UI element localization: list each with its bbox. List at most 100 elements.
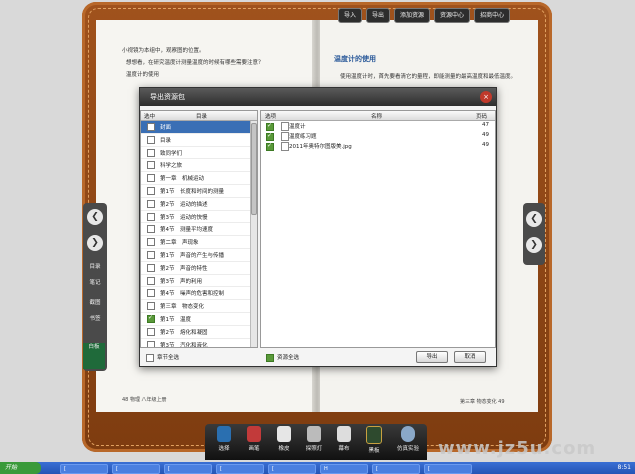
tool-blackboard[interactable]: 黑板 bbox=[361, 426, 387, 454]
tool-spotlight[interactable]: 探照灯 bbox=[301, 426, 327, 452]
catalog-row-checkbox[interactable] bbox=[147, 263, 155, 272]
resource-row-checkbox[interactable] bbox=[266, 122, 274, 131]
catalog-row-checkbox[interactable] bbox=[147, 314, 155, 323]
catalog-row-checkbox[interactable] bbox=[147, 123, 155, 131]
resource-row-checkbox[interactable] bbox=[266, 142, 274, 151]
taskbar-task[interactable]: [ bbox=[268, 464, 316, 474]
tool-spotlight-label: 探照灯 bbox=[305, 446, 323, 452]
select-all-resources-checkbox[interactable] bbox=[266, 353, 274, 362]
curtain-icon bbox=[337, 426, 351, 442]
resource-row[interactable]: 温度练习题 49 bbox=[261, 131, 495, 141]
dialog-export-button[interactable]: 导出 bbox=[416, 351, 448, 363]
taskbar-task[interactable]: [ bbox=[216, 464, 264, 474]
select-all-chapters[interactable]: 章节全选 bbox=[146, 353, 179, 362]
close-icon[interactable]: × bbox=[480, 91, 492, 103]
tool-simulation[interactable]: 仿真实验 bbox=[391, 426, 425, 452]
catalog-row-checkbox[interactable] bbox=[147, 225, 155, 234]
catalog-row[interactable]: 第3节 声的利用 bbox=[141, 275, 257, 288]
catalog-row-checkbox[interactable] bbox=[147, 161, 155, 170]
next-page-right-arrow-icon[interactable]: ❯ bbox=[526, 237, 542, 253]
select-all-resources[interactable]: 资源全选 bbox=[266, 353, 299, 362]
catalog-scroll-thumb[interactable] bbox=[251, 123, 257, 215]
catalog-header: 选中 目录 bbox=[141, 111, 257, 121]
catalog-row-checkbox[interactable] bbox=[147, 340, 155, 347]
start-button[interactable]: 开始 bbox=[0, 462, 41, 474]
tool-select[interactable]: 选择 bbox=[211, 426, 237, 452]
tool-pen-label: 画笔 bbox=[248, 446, 260, 452]
catalog-row[interactable]: 第2节 运动的描述 bbox=[141, 198, 257, 211]
catalog-row[interactable]: 科学之旅 bbox=[141, 159, 257, 173]
catalog-row-checkbox[interactable] bbox=[147, 238, 155, 247]
prev-page-right-arrow-icon[interactable]: ❮ bbox=[526, 211, 542, 227]
dialog-titlebar[interactable]: 导出资源包 × bbox=[140, 88, 496, 106]
resource-row[interactable]: 2011年奥特尔图版美.jpg 49 bbox=[261, 141, 495, 151]
catalog-row[interactable]: 第三章 物态变化 bbox=[141, 300, 257, 313]
side-tab-bookmark[interactable]: 书签 bbox=[84, 315, 106, 323]
catalog-row[interactable]: 第4节 测量平均速度 bbox=[141, 223, 257, 237]
side-tab-screenshot[interactable]: 截图 bbox=[84, 299, 106, 307]
catalog-row[interactable]: 第1节 长度和时间的测量 bbox=[141, 185, 257, 198]
taskbar-task[interactable]: [ bbox=[372, 464, 420, 474]
catalog-row-label: 第1节 长度和时间的测量 bbox=[160, 188, 225, 195]
catalog-row-checkbox[interactable] bbox=[147, 302, 155, 311]
catalog-row-checkbox[interactable] bbox=[147, 289, 155, 298]
catalog-row[interactable]: 第3节 汽化和液化 bbox=[141, 339, 257, 347]
catalog-scrollbar[interactable] bbox=[250, 121, 257, 347]
catalog-row-checkbox[interactable] bbox=[147, 186, 155, 195]
catalog-row[interactable]: 封面 bbox=[141, 121, 257, 134]
catalog-row[interactable]: 第2节 熔化和凝固 bbox=[141, 326, 257, 339]
import-button[interactable]: 导入 bbox=[338, 8, 363, 23]
catalog-row-checkbox[interactable] bbox=[147, 327, 155, 336]
catalog-row-checkbox[interactable] bbox=[147, 174, 155, 183]
catalog-row-checkbox[interactable] bbox=[147, 250, 155, 259]
add-resource-button[interactable]: 添加资源 bbox=[394, 8, 431, 23]
taskbar-task[interactable]: [ bbox=[60, 464, 108, 474]
file-icon bbox=[281, 142, 289, 151]
catalog-row-label: 第一章 机械运动 bbox=[160, 176, 205, 183]
catalog-row[interactable]: 致同学们 bbox=[141, 147, 257, 160]
cursor-icon bbox=[217, 426, 231, 442]
catalog-row-label: 第4节 测量平均速度 bbox=[160, 227, 213, 234]
catalog-row[interactable]: 第1节 声音的产生与传播 bbox=[141, 249, 257, 262]
catalog-row-checkbox[interactable] bbox=[147, 276, 155, 285]
dialog-title: 导出资源包 bbox=[150, 93, 185, 101]
resources-header: 选项 名称 页码 bbox=[261, 111, 495, 121]
bottom-toolbar: 选择 画笔 橡皮 探照灯 幕布 黑板 仿真实验 bbox=[205, 424, 427, 460]
catalog-row-checkbox[interactable] bbox=[147, 199, 155, 208]
resource-center-button[interactable]: 资源中心 bbox=[434, 8, 471, 23]
export-button[interactable]: 导出 bbox=[366, 8, 391, 23]
catalog-row[interactable]: 第4节 噪声的危害和控制 bbox=[141, 287, 257, 301]
taskbar-task[interactable]: H bbox=[320, 464, 368, 474]
prev-page-arrow-icon[interactable]: ❮ bbox=[87, 209, 103, 225]
catalog-row[interactable]: 第一章 机械运动 bbox=[141, 172, 257, 185]
flask-icon bbox=[401, 426, 415, 442]
catalog-row-checkbox[interactable] bbox=[147, 212, 155, 221]
dialog-cancel-button[interactable]: 取消 bbox=[454, 351, 486, 363]
tool-curtain[interactable]: 幕布 bbox=[331, 426, 357, 452]
select-all-chapters-checkbox[interactable] bbox=[146, 353, 154, 362]
eraser-icon bbox=[277, 426, 291, 442]
catalog-row[interactable]: 目录 bbox=[141, 134, 257, 147]
taskbar-task[interactable]: [ bbox=[112, 464, 160, 474]
pen-icon bbox=[247, 426, 261, 442]
tool-pen[interactable]: 画笔 bbox=[241, 426, 267, 452]
business-center-button[interactable]: 招商中心 bbox=[474, 8, 511, 23]
taskbar-task[interactable]: [ bbox=[424, 464, 472, 474]
catalog-row[interactable]: 第3节 运动的快慢 bbox=[141, 211, 257, 224]
catalog-row-checkbox[interactable] bbox=[147, 148, 155, 157]
taskbar-task[interactable]: [ bbox=[164, 464, 212, 474]
side-tab-catalog[interactable]: 目录 bbox=[84, 263, 106, 271]
resource-row-page: 49 bbox=[482, 142, 489, 148]
catalog-row[interactable]: 第二章 声现象 bbox=[141, 236, 257, 249]
side-tab-whiteboard[interactable]: 白板 bbox=[83, 343, 105, 369]
catalog-row[interactable]: 第1节 温度 bbox=[141, 313, 257, 326]
catalog-row-label: 第2节 运动的描述 bbox=[160, 201, 208, 208]
catalog-row-checkbox[interactable] bbox=[147, 135, 155, 144]
next-page-arrow-icon[interactable]: ❯ bbox=[87, 235, 103, 251]
catalog-row[interactable]: 第2节 声音的特性 bbox=[141, 262, 257, 275]
side-tab-notes[interactable]: 笔记 bbox=[84, 279, 106, 287]
resource-row-checkbox[interactable] bbox=[266, 132, 274, 141]
top-nav: 导入 导出 添加资源 资源中心 招商中心 bbox=[338, 8, 511, 23]
tool-eraser[interactable]: 橡皮 bbox=[271, 426, 297, 452]
resource-row[interactable]: 温度计 47 bbox=[261, 121, 495, 131]
